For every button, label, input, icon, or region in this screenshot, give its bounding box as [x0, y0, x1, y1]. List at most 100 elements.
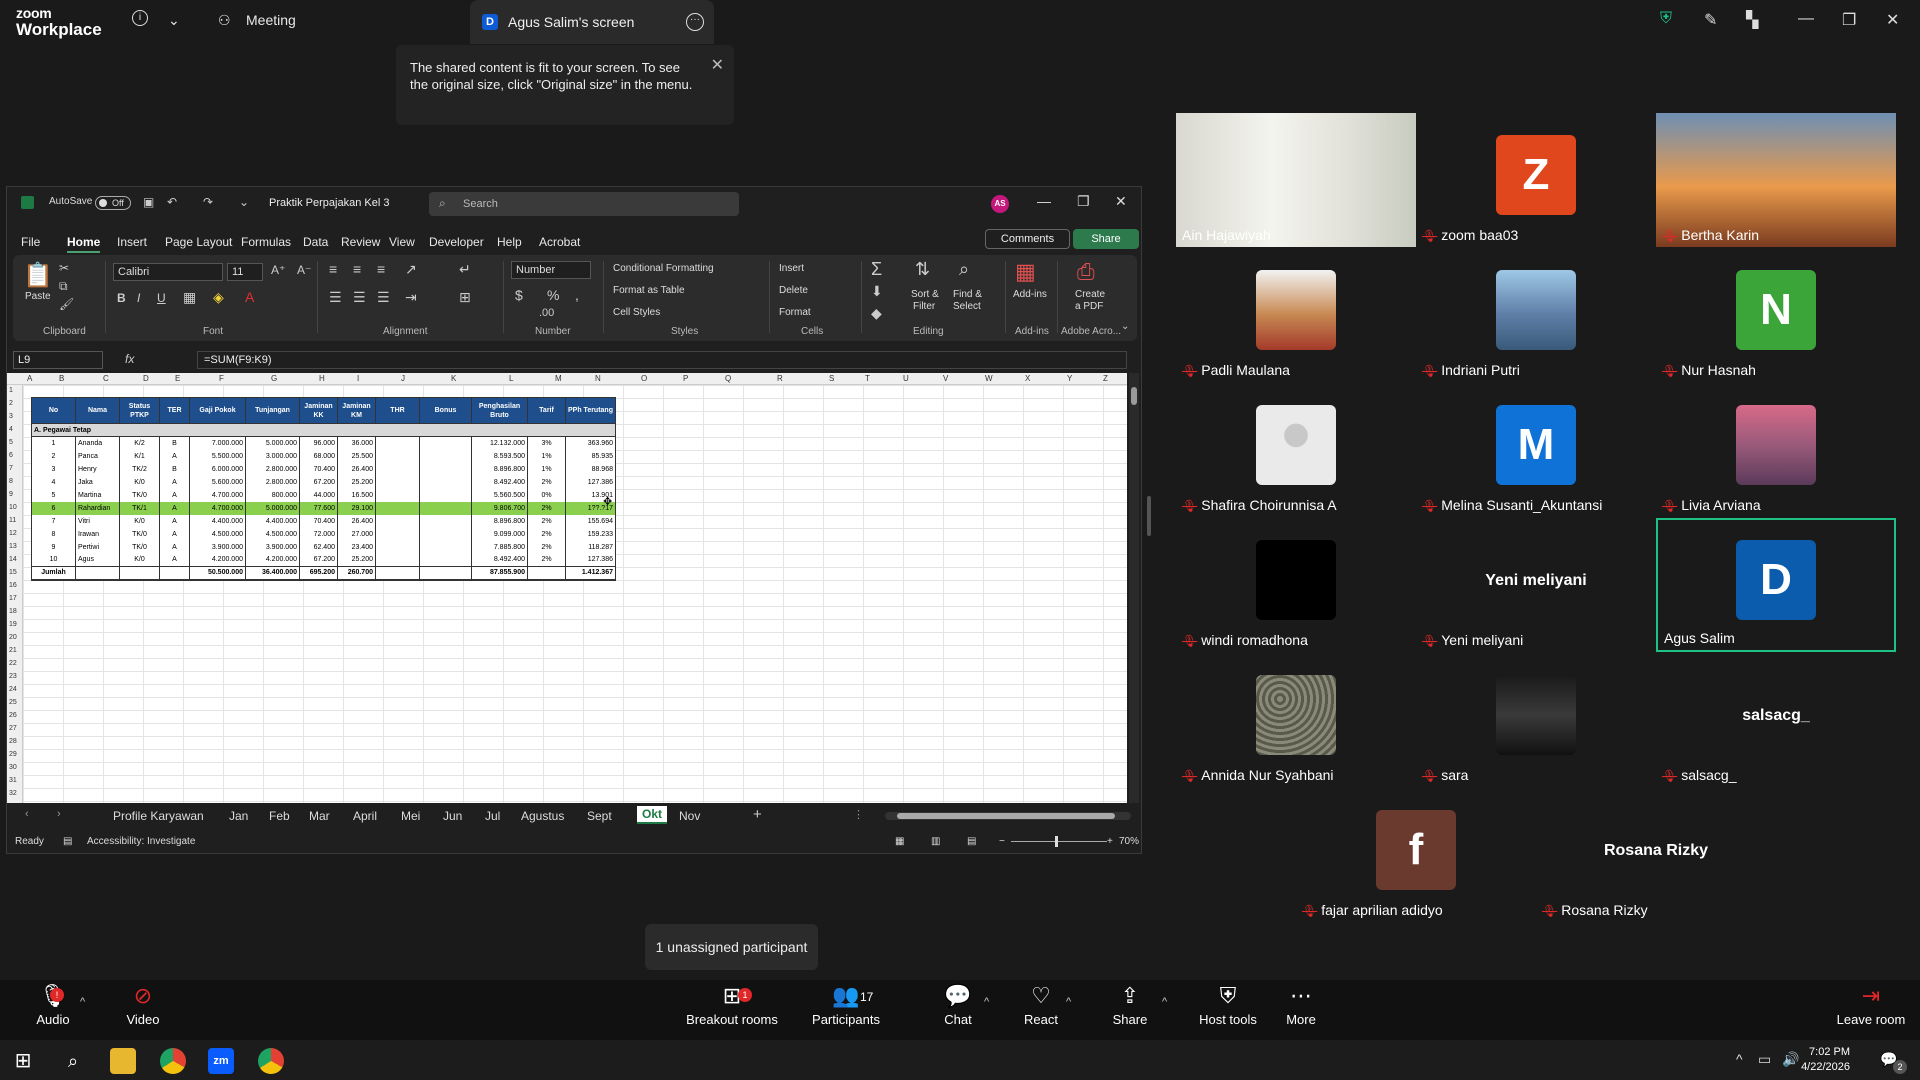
align-right-icon[interactable]: ☰	[377, 289, 390, 306]
normal-view-icon[interactable]: ▦	[895, 836, 904, 847]
cell[interactable]: B	[159, 436, 190, 450]
cell[interactable]: Jaka	[75, 475, 120, 489]
participant-tile[interactable]: 🎙 sara	[1416, 653, 1656, 787]
font-name-select[interactable]: Calibri	[113, 263, 223, 281]
conditional-formatting-button[interactable]: Conditional Formatting	[613, 263, 714, 274]
cell[interactable]: 4.400.000	[245, 514, 300, 528]
column-header-u[interactable]: U	[903, 374, 909, 383]
row-header[interactable]: 9	[9, 491, 13, 498]
cell[interactable]	[375, 514, 420, 528]
column-header-y[interactable]: Y	[1067, 374, 1072, 383]
cell[interactable]: A	[159, 514, 190, 528]
page-break-view-icon[interactable]: ▤	[967, 836, 976, 847]
minimize-icon[interactable]: —	[1037, 193, 1051, 209]
tab-data[interactable]: Data	[303, 235, 328, 249]
screen-share-tab[interactable]: D Agus Salim's screen ···	[470, 0, 714, 44]
row-header[interactable]: 17	[9, 595, 17, 602]
vertical-scrollbar[interactable]	[1129, 373, 1139, 803]
bold-icon[interactable]: B	[117, 291, 126, 305]
percent-icon[interactable]: %	[547, 287, 559, 303]
share-screen-button[interactable]: ⇪ Share	[1108, 980, 1152, 1040]
collapse-ribbon-icon[interactable]: ⌄	[1121, 321, 1129, 332]
restore-icon[interactable]: ❐	[1842, 10, 1856, 30]
header-1[interactable]: Nama	[75, 397, 120, 424]
cell[interactable]	[375, 462, 420, 476]
cell[interactable]: 1%	[527, 462, 566, 476]
cell[interactable]: TK/1	[119, 501, 160, 515]
sheet-tab-jun[interactable]: Jun	[443, 809, 462, 823]
cell[interactable]: 2%	[527, 501, 566, 515]
leave-room-button[interactable]: ⇥ Leave room	[1836, 980, 1906, 1040]
row-header[interactable]: 10	[9, 504, 17, 511]
row-header[interactable]: 12	[9, 530, 17, 537]
cell[interactable]: 8.896.800	[471, 462, 528, 476]
cell[interactable]: 800.000	[245, 488, 300, 502]
sheet-tab-feb[interactable]: Feb	[269, 809, 290, 823]
column-header-w[interactable]: W	[985, 374, 993, 383]
cell[interactable]: 2%	[527, 553, 566, 567]
cell[interactable]: 25.500	[337, 449, 376, 463]
participant-tile[interactable]: D Agus Salim	[1656, 518, 1896, 652]
cell[interactable]	[419, 527, 472, 541]
underline-icon[interactable]: U	[157, 291, 166, 305]
sheet-tab-profile-karyawan[interactable]: Profile Karyawan	[113, 809, 204, 823]
system-clock[interactable]: 7:02 PM 4/22/2026	[1790, 1045, 1850, 1075]
column-header-v[interactable]: V	[943, 374, 948, 383]
column-header-h[interactable]: H	[319, 374, 325, 383]
cell[interactable]: 3.000.000	[245, 449, 300, 463]
cell[interactable]: 5.600.000	[189, 475, 246, 489]
cell[interactable]: A	[159, 488, 190, 502]
row-header[interactable]: 16	[9, 582, 17, 589]
comments-button[interactable]: Comments	[985, 229, 1070, 249]
row-header[interactable]: 4	[9, 426, 13, 433]
zoom-in-icon[interactable]: +	[1107, 836, 1113, 847]
cell[interactable]: 159.233	[565, 527, 616, 541]
cell[interactable]	[375, 501, 420, 515]
split-divider[interactable]	[1147, 496, 1151, 536]
sort-filter-label-2[interactable]: Filter	[913, 301, 935, 312]
participant-tile[interactable]: Ain Hajawiyah	[1176, 113, 1416, 247]
column-header-l[interactable]: L	[509, 374, 513, 383]
sheet-tab-agustus[interactable]: Agustus	[521, 809, 564, 823]
cell[interactable]: 29.100	[337, 501, 376, 515]
cell[interactable]	[419, 501, 472, 515]
row-header[interactable]: 25	[9, 699, 17, 706]
row-header[interactable]: 5	[9, 439, 13, 446]
header-8[interactable]: THR	[375, 397, 420, 424]
column-header-q[interactable]: Q	[725, 374, 731, 383]
total-cell[interactable]	[375, 566, 420, 581]
cell[interactable]	[375, 527, 420, 541]
pen-icon[interactable]: ✎	[1704, 10, 1717, 30]
cell[interactable]	[375, 540, 420, 554]
cut-icon[interactable]: ✂	[59, 261, 69, 275]
cell[interactable]: 72.000	[299, 527, 338, 541]
header-6[interactable]: Jaminan KK	[299, 397, 338, 424]
sheet-tab-mei[interactable]: Mei	[401, 809, 420, 823]
cell[interactable]: TK/0	[119, 527, 160, 541]
create-pdf-icon[interactable]: ⎙	[1077, 259, 1095, 285]
cell[interactable]: 7.885.800	[471, 540, 528, 554]
tab-view[interactable]: View	[389, 235, 415, 249]
cell[interactable]: K/0	[119, 553, 160, 567]
total-cell[interactable]: 36.400.000	[245, 566, 300, 581]
network-icon[interactable]: ▭	[1758, 1051, 1771, 1068]
create-pdf-label-1[interactable]: Create	[1075, 289, 1105, 300]
cell[interactable]: 4.700.000	[189, 488, 246, 502]
wrap-text-icon[interactable]: ↵	[459, 261, 471, 278]
align-top-icon[interactable]: ≡	[329, 261, 337, 277]
cell[interactable]: Pertiwi	[75, 540, 120, 554]
cell[interactable]: 6	[31, 501, 76, 515]
participant-tile[interactable]: 🎙 windi romadhona	[1176, 518, 1416, 652]
orientation-icon[interactable]: ↗	[405, 261, 417, 278]
cell[interactable]: 2%	[527, 475, 566, 489]
header-11[interactable]: Tarif	[527, 397, 566, 424]
total-cell[interactable]: 87.855.900	[471, 566, 528, 581]
tray-chevron-icon[interactable]: ^	[1736, 1051, 1743, 1067]
align-middle-icon[interactable]: ≡	[353, 261, 361, 277]
cell[interactable]: A	[159, 449, 190, 463]
number-format-select[interactable]: Number	[511, 261, 591, 279]
cell[interactable]: 5.500.000	[189, 449, 246, 463]
create-pdf-label-2[interactable]: a PDF	[1075, 301, 1103, 312]
cell[interactable]: 36.000	[337, 436, 376, 450]
info-icon[interactable]: i	[132, 10, 148, 26]
